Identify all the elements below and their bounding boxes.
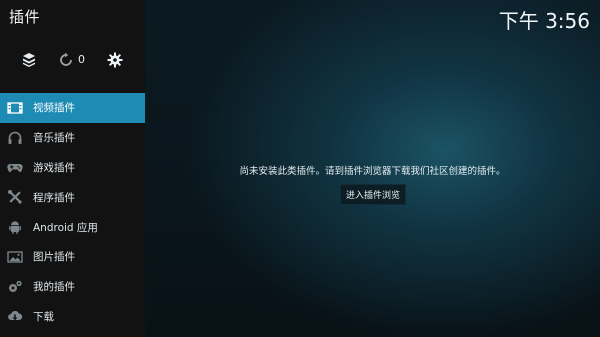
browse-addons-button[interactable]: 进入插件浏览 — [340, 184, 406, 205]
gear-icon[interactable] — [107, 52, 123, 68]
android-icon — [9, 221, 21, 235]
menu-item-downloads[interactable]: 下载 — [0, 302, 145, 332]
refresh-icon[interactable] — [58, 52, 74, 68]
menu-item-label: 游戏插件 — [33, 161, 75, 174]
cloud-download-icon — [8, 311, 23, 321]
menu-item-label: 图片插件 — [33, 251, 75, 264]
sidebar-toolbar: 0 — [0, 48, 145, 74]
menu-item-label: 程序插件 — [33, 191, 75, 204]
film-icon — [7, 102, 23, 114]
category-menu: 视频插件 音乐插件 游戏插件 程序插件 Android 应用 图片插件 我的插件… — [0, 93, 145, 331]
menu-item-label: 音乐插件 — [33, 132, 75, 145]
menu-item-my-addons[interactable]: 我的插件 — [0, 272, 145, 302]
gears-icon — [9, 280, 22, 292]
menu-item-label: 我的插件 — [33, 281, 75, 294]
picture-icon — [7, 251, 23, 263]
menu-item-music-addons[interactable]: 音乐插件 — [0, 123, 145, 153]
menu-item-android-apps[interactable]: Android 应用 — [0, 212, 145, 242]
menu-item-label: 下载 — [33, 310, 54, 323]
gamepad-icon — [7, 164, 23, 173]
menu-item-label: 视频插件 — [33, 102, 75, 115]
menu-item-video-addons[interactable]: 视频插件 — [0, 93, 145, 123]
menu-item-picture-addons[interactable]: 图片插件 — [0, 242, 145, 272]
page-title: 插件 — [9, 8, 41, 26]
menu-item-label: Android 应用 — [33, 221, 98, 234]
update-count: 0 — [78, 53, 85, 66]
tools-icon — [8, 190, 22, 204]
addon-box-icon[interactable] — [21, 52, 37, 68]
headphones-icon — [8, 131, 22, 144]
menu-item-program-addons[interactable]: 程序插件 — [0, 182, 145, 212]
clock: 下午 3:56 — [498, 9, 590, 33]
menu-item-game-addons[interactable]: 游戏插件 — [0, 153, 145, 183]
empty-state-message: 尚未安装此类插件。请到插件浏览器下载我们社区创建的插件。 — [239, 166, 506, 177]
